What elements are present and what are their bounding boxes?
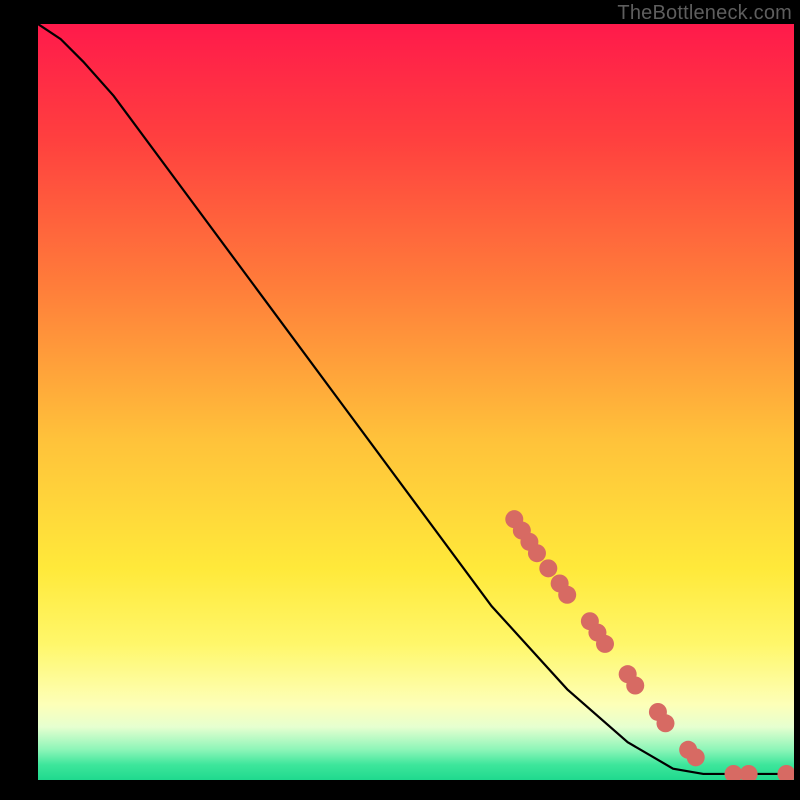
data-point: [656, 714, 674, 732]
data-point: [596, 635, 614, 653]
data-point: [528, 544, 546, 562]
data-point: [539, 559, 557, 577]
chart-frame: TheBottleneck.com: [0, 0, 800, 800]
data-point: [558, 586, 576, 604]
watermark-text: TheBottleneck.com: [617, 2, 792, 25]
data-point: [626, 677, 644, 695]
chart-svg: [38, 24, 794, 780]
data-point: [687, 748, 705, 766]
plot-area: [38, 24, 794, 780]
gradient-background: [38, 24, 794, 780]
